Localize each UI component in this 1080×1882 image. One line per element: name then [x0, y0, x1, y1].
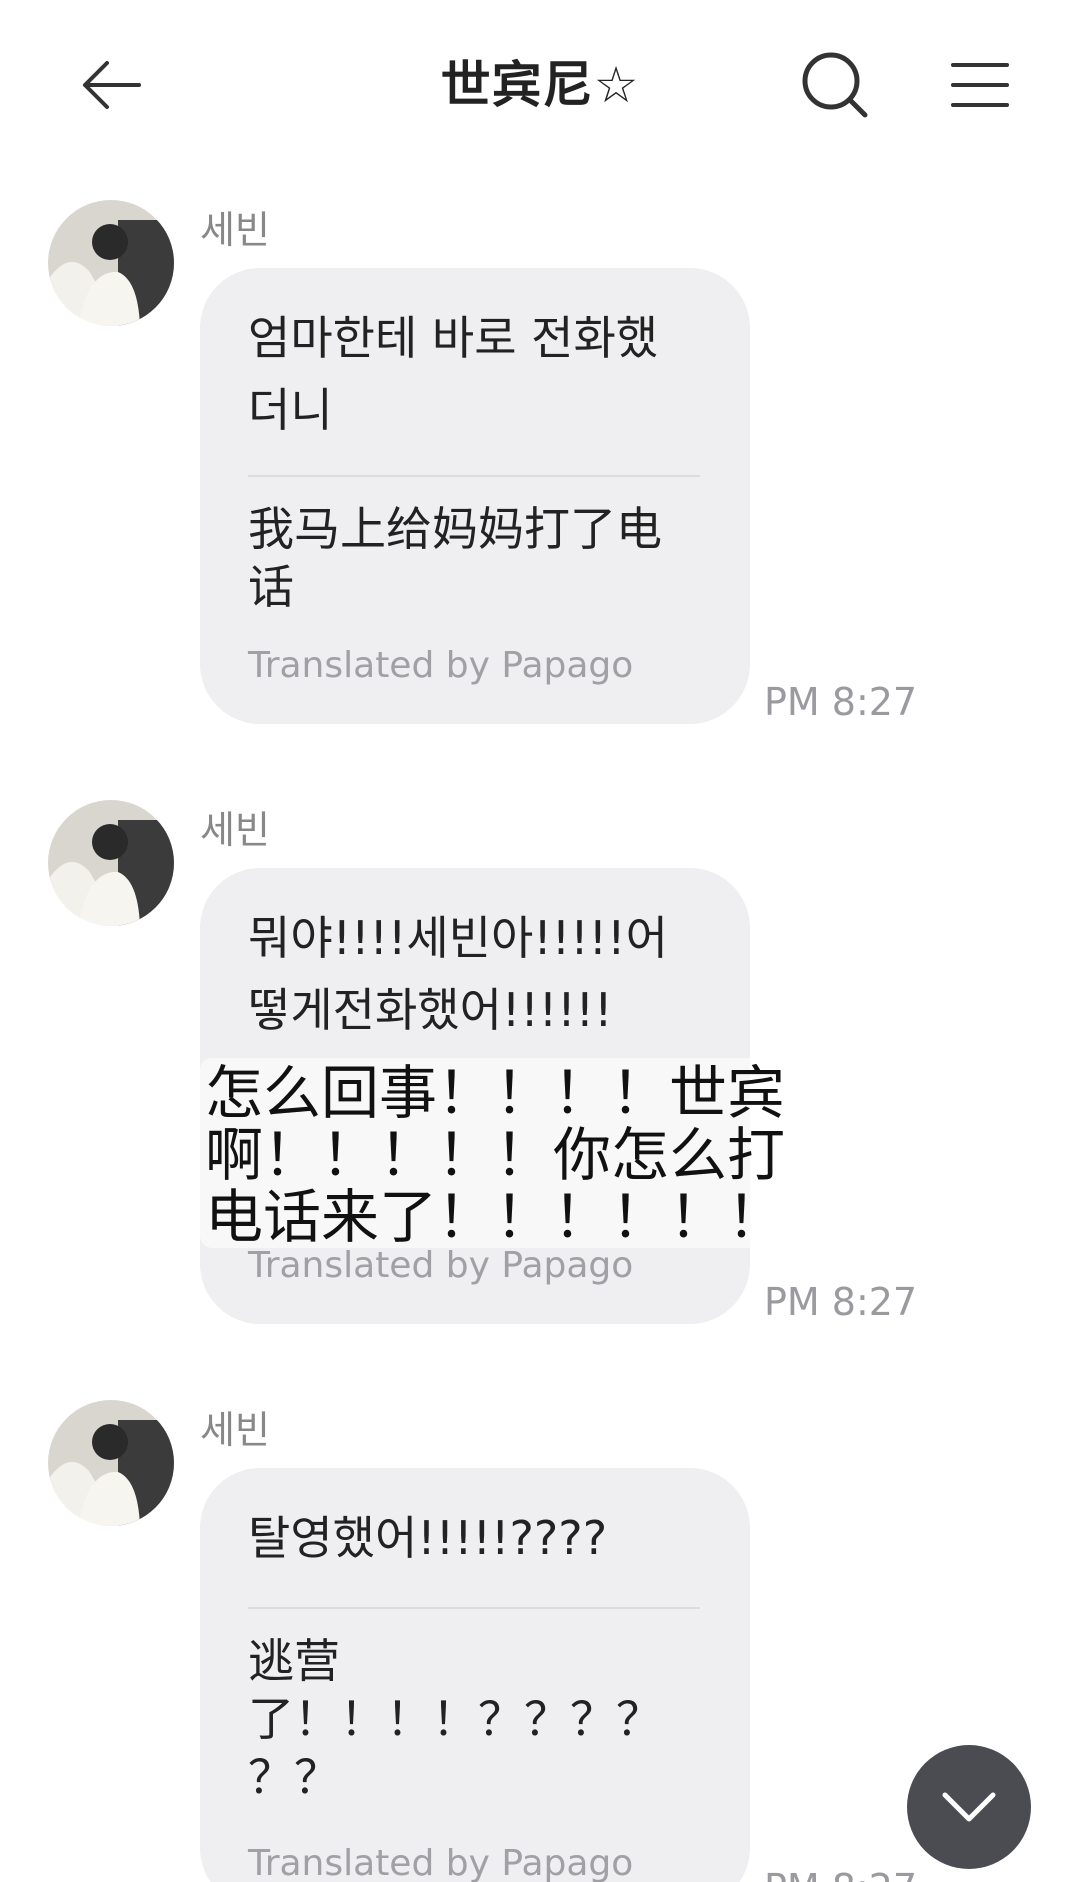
chat-title: 世宾尼☆ [440, 56, 640, 114]
message-bubble[interactable]: 탈영했어!!!!!???? 逃营 了！！！！？？？？ ？？ Translated… [200, 1468, 750, 1882]
scroll-to-bottom-button[interactable] [907, 1745, 1031, 1869]
message-time: PM 8:27 [764, 680, 918, 724]
message-bubble[interactable]: 엄마한테 바로 전화했 더니 我马上给妈妈打了电 话 Translated by… [200, 268, 750, 724]
menu-button[interactable] [945, 45, 1015, 125]
sender-name: 세빈 [200, 1408, 270, 1452]
original-text: 탈영했어!!!!!???? [248, 1511, 608, 1565]
arrow-left-icon [83, 61, 141, 109]
message-time: PM 8:27 [764, 1866, 917, 1882]
translated-text: 逃营 了！！！！？？？？ ？？ [248, 1634, 662, 1804]
chevron-down-icon [942, 1792, 996, 1822]
search-button[interactable] [790, 40, 880, 130]
back-button[interactable] [60, 45, 160, 125]
original-text: 엄마한테 바로 전화했 더니 [248, 311, 659, 437]
message-time: PM 8:27 [764, 1280, 918, 1324]
search-icon [802, 52, 868, 118]
avatar-photo-icon [48, 200, 174, 326]
sender-name: 세빈 [200, 808, 270, 852]
translation-divider [248, 475, 700, 477]
avatar[interactable] [48, 800, 174, 926]
overlay-caption: 怎么回事！！！！世宾 啊！！！！！你怎么打 电话来了！！！！！！ [205, 1059, 786, 1251]
avatar-photo-icon [48, 800, 174, 926]
avatar-photo-icon [48, 1400, 174, 1526]
hamburger-menu-icon [951, 63, 1009, 107]
avatar[interactable] [48, 1400, 174, 1526]
translated-by-label: Translated by Papago [248, 645, 634, 686]
translated-by-label: Translated by Papago [248, 1843, 634, 1882]
translated-text: 我马上给妈妈打了电 话 [248, 502, 662, 614]
translation-divider [248, 1607, 700, 1609]
avatar[interactable] [48, 200, 174, 326]
message-item: 세빈 엄마한테 바로 전화했 더니 我马上给妈妈打了电 话 Translated… [0, 200, 1080, 740]
sender-name: 세빈 [200, 208, 270, 252]
original-text: 뭐야!!!!세빈아!!!!!어 떻게전화했어!!!!!! [248, 911, 668, 1037]
chat-header: 世宾尼☆ [0, 0, 1080, 170]
chat-screen: 世宾尼☆ 세빈 엄마한테 바로 전화했 더니 我马上给妈妈打了电 话 Trans… [0, 0, 1080, 1882]
